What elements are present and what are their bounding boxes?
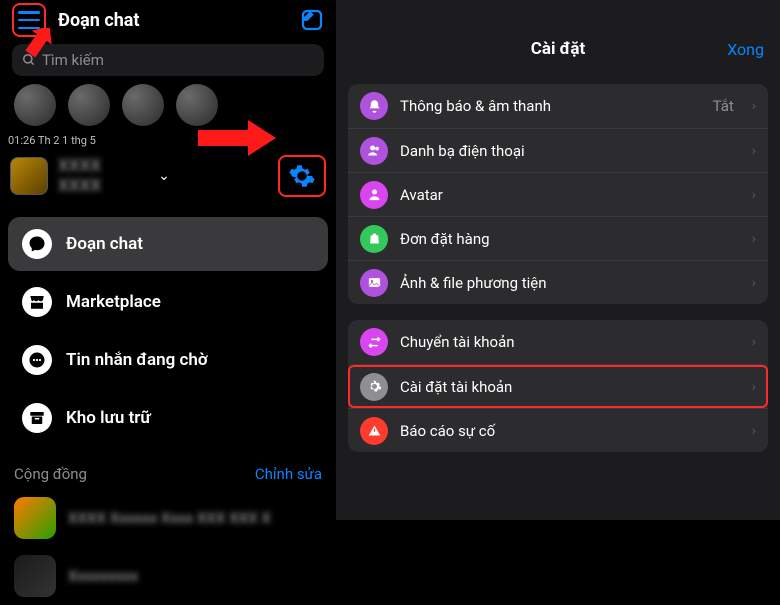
nav-archive[interactable]: Kho lưu trữ [8,391,328,445]
nav-message-requests[interactable]: Tin nhắn đang chờ [8,333,328,387]
chat-icon [22,229,52,259]
settings-title: Cài đặt [531,39,586,59]
contacts-icon [360,137,388,165]
avatar-icon [360,181,388,209]
settings-row-report[interactable]: Báo cáo sự cố › [348,408,768,452]
chevron-right-icon: › [752,98,756,114]
story-avatar[interactable] [122,84,164,126]
switch-icon [360,328,388,356]
nav-label: Marketplace [66,292,161,312]
chats-title: Đoạn chat [58,10,288,31]
row-label: Danh bạ điện thoại [400,142,734,160]
alert-icon [360,417,388,445]
story-avatar[interactable] [14,84,56,126]
chevron-right-icon: › [752,423,756,439]
bag-icon [360,225,388,253]
archive-icon [22,403,52,433]
settings-row-media[interactable]: Ảnh & file phương tiện › [348,260,768,304]
row-label: Đơn đặt hàng [400,230,734,248]
chevron-right-icon: › [752,334,756,350]
nav-chats[interactable]: Đoạn chat [8,217,328,271]
media-icon [360,269,388,297]
profile-name: XXXX XXXX [58,156,146,196]
chevron-right-icon: › [752,187,756,203]
annotation-arrow [198,118,278,158]
community-thumb [14,497,56,539]
compose-icon[interactable] [300,8,324,32]
gear-icon [360,373,388,401]
community-item[interactable]: XXXX Xxxxxx Xxxx XXX XXX X [0,489,336,547]
gear-icon [288,162,316,190]
nav-label: Kho lưu trữ [66,408,151,428]
row-label: Ảnh & file phương tiện [400,274,734,292]
row-label: Báo cáo sự cố [400,422,734,440]
story-avatar[interactable] [68,84,110,126]
chevron-right-icon: › [752,275,756,291]
community-edit[interactable]: Chỉnh sửa [255,465,322,483]
community-text: Xxxxxxxxx [68,567,138,585]
row-value: Tắt [713,97,734,115]
row-label: Cài đặt tài khoản [400,378,734,396]
row-label: Avatar [400,186,734,204]
community-text: XXXX Xxxxxx Xxxx XXX XXX X [68,509,271,527]
chevron-right-icon: › [752,143,756,159]
profile-picture[interactable] [10,157,48,195]
row-label: Chuyển tài khoản [400,333,734,351]
requests-icon [22,345,52,375]
done-button[interactable]: Xong [727,40,764,59]
settings-button[interactable] [278,155,326,197]
shop-icon [22,287,52,317]
settings-group: Thông báo & âm thanh Tắt › Danh bạ điện … [348,84,768,304]
community-label: Cộng đồng [14,465,87,483]
settings-row-account-settings[interactable]: Cài đặt tài khoản › [348,364,768,408]
settings-row-switch-account[interactable]: Chuyển tài khoản › [348,320,768,364]
nav-label: Đoạn chat [66,234,143,254]
settings-group: Chuyển tài khoản › Cài đặt tài khoản › B… [348,320,768,452]
settings-row-avatar[interactable]: Avatar › [348,172,768,216]
chevron-down-icon[interactable]: ⌄ [158,168,170,184]
chevron-right-icon: › [752,231,756,247]
row-label: Thông báo & âm thanh [400,97,701,115]
bell-icon [360,92,388,120]
nav-label: Tin nhắn đang chờ [66,350,208,370]
annotation-arrow [23,28,67,62]
stories-row [0,84,336,132]
settings-row-contacts[interactable]: Danh bạ điện thoại › [348,128,768,172]
chevron-right-icon: › [752,379,756,395]
nav-marketplace[interactable]: Marketplace [8,275,328,329]
community-thumb [14,555,56,597]
status-time: 01:26 Th 2 1 thg 5 [0,132,336,149]
settings-row-notifications[interactable]: Thông báo & âm thanh Tắt › [348,84,768,128]
community-item[interactable]: Xxxxxxxxx [0,547,336,605]
hamburger-icon [18,11,40,29]
settings-row-orders[interactable]: Đơn đặt hàng › [348,216,768,260]
